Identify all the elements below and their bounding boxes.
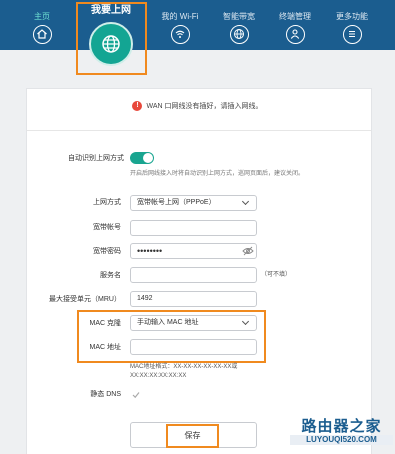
- service-name-label: 服务名: [100, 272, 121, 279]
- service-name-input[interactable]: [130, 267, 257, 283]
- nav-device-management[interactable]: 终端管理: [267, 0, 323, 50]
- static-dns-checkbox[interactable]: [132, 391, 140, 399]
- watermark-en: LUYOUQI520.COM: [290, 435, 393, 445]
- access-type-label: 上网方式: [93, 199, 121, 206]
- wifi-icon: [170, 25, 190, 44]
- auto-detect-label: 自动识别上网方式: [68, 155, 124, 162]
- optional-note: （可不填）: [261, 272, 292, 278]
- password-label: 宽带密码: [93, 248, 121, 255]
- mac-format-hint-1: MAC地址格式：XX-XX-XX-XX-XX-XX或: [130, 364, 238, 370]
- password-input[interactable]: ••••••••: [130, 243, 257, 259]
- nav-home-label: 主页: [34, 12, 50, 21]
- account-label: 宽带帐号: [93, 224, 121, 231]
- access-type-select[interactable]: 宽带帐号上网（PPPoE）: [130, 195, 257, 211]
- mac-format-hint-2: XX:XX:XX:XX:XX:XX: [130, 373, 187, 379]
- save-button[interactable]: 保存: [166, 424, 219, 448]
- bandwidth-globe-icon: [229, 25, 249, 44]
- auto-detect-toggle[interactable]: [130, 152, 154, 164]
- wan-warning: ! WAN 口网线没有插好，请插入网线。: [0, 101, 395, 113]
- user-icon: [285, 25, 305, 44]
- auto-detect-help: 开启后网线接入时将自动识别上网方式，巡网页面后，建议关闭。: [130, 171, 305, 177]
- nav-device-management-label: 终端管理: [279, 12, 311, 21]
- nav-smart-bandwidth-label: 智能带宽: [223, 12, 255, 21]
- static-dns-label: 静态 DNS: [90, 391, 121, 398]
- nav-home[interactable]: 主页: [14, 0, 70, 50]
- account-input[interactable]: [130, 220, 257, 236]
- warning-icon: !: [132, 101, 143, 112]
- wan-warning-text: WAN 口网线没有插好，请插入网线。: [146, 103, 263, 110]
- nav-more-functions[interactable]: 更多功能: [324, 0, 380, 50]
- nav-my-wifi[interactable]: 我的 Wi-Fi: [152, 0, 208, 50]
- menu-icon: [342, 25, 362, 44]
- divider: [27, 130, 371, 131]
- nav-my-wifi-label: 我的 Wi-Fi: [161, 12, 199, 21]
- watermark-cn: 路由器之家: [301, 418, 382, 435]
- nav-more-functions-label: 更多功能: [336, 12, 368, 21]
- toggle-knob: [143, 153, 153, 163]
- show-password-icon[interactable]: [242, 246, 254, 256]
- mru-label: 最大接受单元（MRU）: [49, 296, 121, 303]
- mru-input[interactable]: 1492: [130, 291, 257, 307]
- top-navigation: 主页 我的 Wi-Fi 智能带宽 终端管理 更多功能: [0, 0, 395, 50]
- highlight-featured-tab: [76, 2, 147, 75]
- nav-smart-bandwidth[interactable]: 智能带宽: [211, 0, 267, 50]
- watermark-logo: 路由器之家 LUYOUQI520.COM: [290, 418, 393, 454]
- home-icon: [32, 25, 52, 44]
- highlight-mac-settings: [77, 310, 266, 363]
